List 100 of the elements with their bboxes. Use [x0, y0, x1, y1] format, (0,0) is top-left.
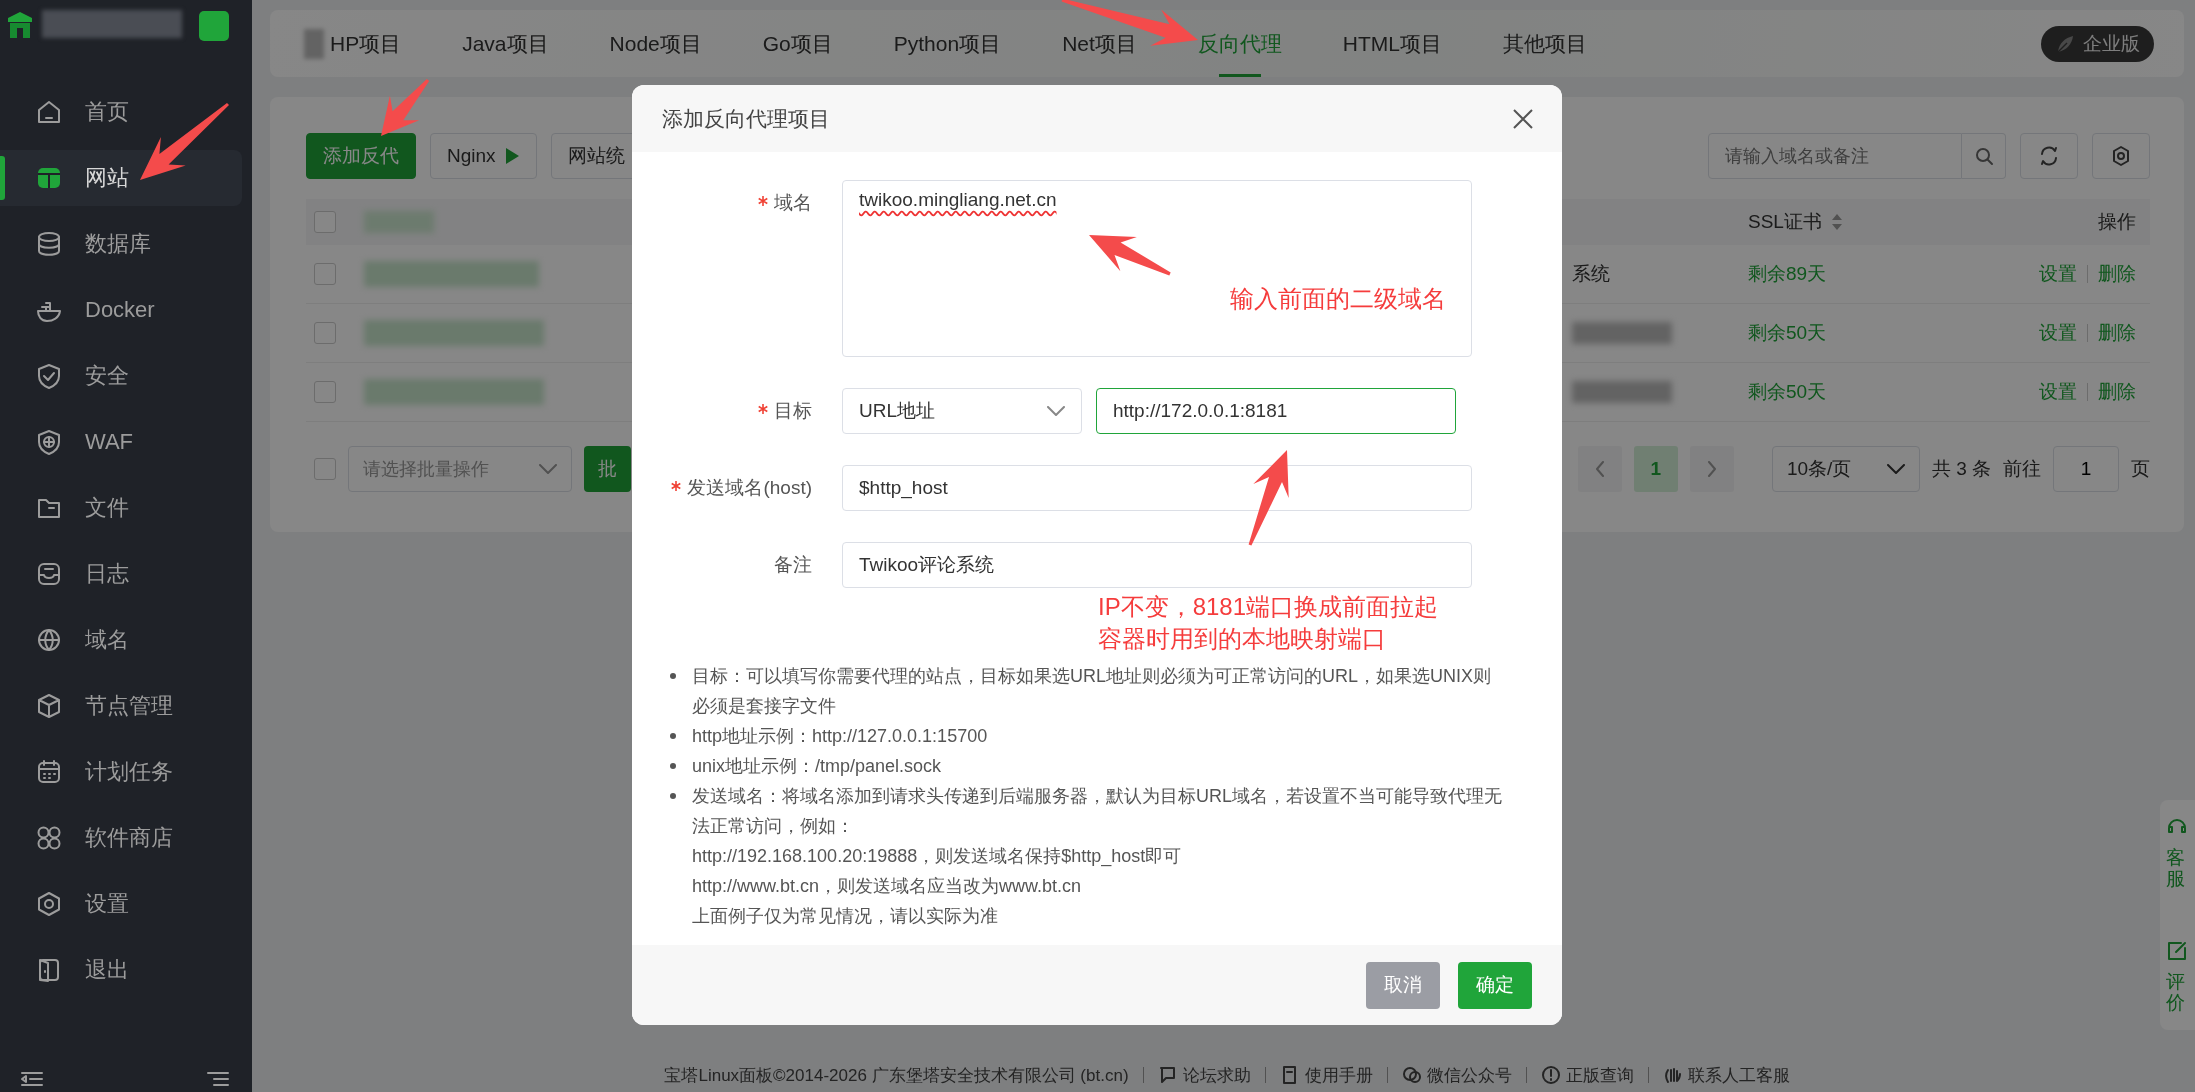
collapse-icon [20, 1070, 44, 1088]
checkbox[interactable] [314, 263, 336, 285]
nav-tab[interactable]: Java项目 [462, 10, 549, 77]
app-icon [198, 10, 230, 42]
apps-icon [35, 824, 63, 852]
field-label: 备注 [774, 553, 812, 577]
prev-page-button[interactable] [1577, 446, 1622, 492]
help-note: http地址示例：http://127.0.0.1:15700 [668, 721, 1508, 751]
nav-tab[interactable]: HP项目 [330, 10, 402, 77]
action-link[interactable]: 删除 [2098, 320, 2136, 346]
annotation-text: 输入前面的二级域名 [1230, 284, 1446, 314]
globe-icon [35, 626, 63, 654]
sidebar-item[interactable]: WAF [0, 414, 242, 470]
toolbar-button[interactable]: 添加反代 [306, 133, 416, 179]
nav-tab[interactable]: 其他项目 [1503, 10, 1587, 77]
search-button[interactable] [1962, 133, 2006, 179]
sidebar-item[interactable]: 首页 [0, 84, 242, 140]
help-example: 上面例子仅为常见情况，请以实际为准 [691, 905, 999, 928]
sidebar-item[interactable]: 安全 [0, 348, 242, 404]
footer-link[interactable]: 联系人工客服 [1687, 1063, 1790, 1087]
sidebar-item[interactable]: 日志 [0, 546, 242, 602]
database-icon [35, 230, 63, 258]
target-type-select[interactable]: URL地址 [842, 388, 1082, 434]
nav-tab[interactable]: Net项目 [1062, 10, 1137, 77]
chevron-down-icon [539, 464, 557, 474]
search-icon [1973, 146, 1994, 166]
action-link[interactable]: 设置 [2039, 320, 2077, 346]
chevron-down-icon [1047, 406, 1065, 416]
action-link[interactable]: 删除 [2098, 379, 2136, 405]
footer-link[interactable]: 使用手册 [1304, 1063, 1373, 1087]
refresh-icon [2038, 145, 2060, 167]
refresh-button[interactable] [2020, 133, 2078, 179]
checkbox[interactable] [314, 322, 336, 344]
page-input[interactable]: 1 [2053, 446, 2119, 492]
footer-link[interactable]: 微信公众号 [1426, 1063, 1512, 1087]
ssl-status: 剩余50天 [1748, 322, 1827, 343]
shield-check-icon [35, 362, 63, 390]
sidebar-item[interactable]: 退出 [0, 942, 242, 998]
home-icon [35, 98, 63, 126]
page-size-select[interactable]: 10条/页 [1771, 446, 1920, 492]
sidebar-item[interactable]: 节点管理 [0, 678, 242, 734]
info-icon [1540, 1065, 1561, 1085]
nav-tab[interactable]: HTML项目 [1342, 10, 1442, 77]
footer-link[interactable]: 正版查询 [1565, 1063, 1634, 1087]
checkbox[interactable] [314, 381, 336, 403]
settings-button[interactable] [2092, 133, 2150, 179]
sidebar-item[interactable]: Docker [0, 282, 242, 338]
cancel-button[interactable]: 取消 [1366, 961, 1440, 1009]
close-button[interactable] [1512, 107, 1534, 130]
field-label: 目标 [774, 399, 812, 423]
action-link[interactable]: 删除 [2098, 261, 2136, 287]
checkbox[interactable] [314, 211, 336, 233]
nav-tab[interactable]: Node项目 [609, 10, 702, 77]
ssl-status: 剩余89天 [1748, 263, 1827, 284]
search-field[interactable]: 请输入域名或备注 [1708, 133, 1962, 179]
sidebar-item[interactable]: 数据库 [0, 216, 242, 272]
ssl-status: 剩余50天 [1748, 381, 1827, 402]
sidebar-item[interactable]: 网站 [0, 150, 242, 206]
annotation-text: IP不变，8181端口换成前面拉起 容器时用到的本地映射端口 [1098, 592, 1439, 654]
batch-button[interactable]: 批 [584, 446, 631, 492]
goto-label: 前往 [2003, 457, 2041, 481]
enterprise-badge[interactable]: 企业版 [2041, 25, 2154, 62]
action-link[interactable]: 设置 [2039, 261, 2077, 287]
sidebar-item[interactable]: 域名 [0, 612, 242, 668]
page-label: 页 [2131, 457, 2150, 481]
toolbar-button[interactable]: Nginx [430, 133, 537, 179]
sidebar-item[interactable]: 文件 [0, 480, 242, 536]
chat-icon [1157, 1065, 1178, 1085]
calendar-icon [35, 758, 63, 786]
float-link[interactable]: 客服 [2166, 848, 2185, 890]
text-field[interactable]: $http_host [842, 465, 1472, 511]
checkbox[interactable] [314, 458, 336, 480]
total-count: 共 3 条 [1931, 457, 1991, 481]
footer-link[interactable]: 论坛求助 [1182, 1063, 1251, 1087]
text-field[interactable]: Twikoo评论系统 [842, 542, 1472, 588]
settings-icon [2110, 145, 2132, 167]
leaf-icon [2055, 33, 2075, 54]
tray-icon [35, 560, 63, 588]
confirm-button[interactable]: 确定 [1458, 961, 1532, 1009]
table-cell-text: 系统 [1571, 263, 1610, 284]
column-header: 操作 [2098, 210, 2136, 234]
logo-icon [6, 10, 34, 40]
action-link[interactable]: 设置 [2039, 379, 2077, 405]
blurred-redaction [304, 28, 324, 59]
nav-tab[interactable]: Go项目 [762, 10, 833, 77]
sidebar-item[interactable]: 设置 [0, 876, 242, 932]
help-example: http://192.168.100.20:19888，则发送域名保持$http_host即可 [691, 845, 1183, 869]
sidebar-item[interactable]: 计划任务 [0, 744, 242, 800]
copyright-text: 宝塔Linux面板©2014-2026 广东堡塔安全技术有限公司 (bt.cn) [664, 1064, 1129, 1087]
sidebar-item[interactable]: 软件商店 [0, 810, 242, 866]
shield-globe-icon [35, 428, 63, 456]
chevron-down-icon [1886, 464, 1905, 474]
cube-icon [35, 692, 63, 720]
annotation-arrow [381, 79, 430, 136]
target-url-field[interactable]: http://172.0.0.1:8181 [1096, 388, 1456, 434]
float-link[interactable]: 评价 [2166, 971, 2185, 1014]
next-page-button[interactable] [1689, 446, 1734, 492]
close-icon [1512, 107, 1534, 130]
column-header[interactable]: SSL证书 [1748, 209, 1822, 235]
nav-tab[interactable]: Python项目 [893, 10, 1002, 77]
